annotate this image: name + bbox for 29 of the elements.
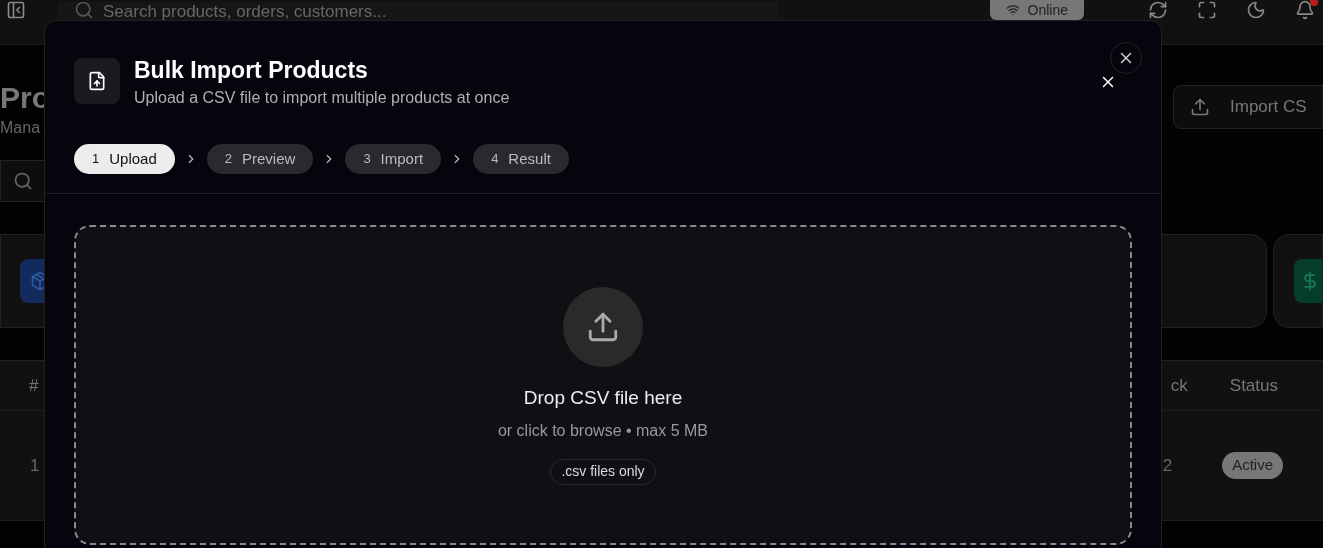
table-cell-text: 1 (30, 454, 40, 477)
step-tab[interactable]: 3 Import (345, 144, 442, 174)
dialog-title: Bulk Import Products (134, 56, 369, 84)
moon-icon[interactable] (1246, 0, 1266, 20)
search-icon (13, 171, 33, 191)
online-status: Online (989, 0, 1084, 20)
table-cell-text: 2 (1162, 454, 1173, 477)
drop-heading: Drop CSV file here (523, 386, 683, 410)
page-subtitle: Mana (0, 118, 42, 138)
search-field[interactable]: Search products, orders, customers... (58, 1, 778, 22)
column-header: ck (1170, 374, 1188, 397)
notification-icon[interactable] (1295, 0, 1315, 20)
upload-icon (1190, 97, 1210, 117)
fullscreen-icon[interactable] (1197, 0, 1217, 20)
step-tab[interactable]: 4 Result (473, 144, 569, 174)
wifi-icon (1005, 3, 1020, 17)
sidebar-toggle-icon[interactable] (6, 0, 26, 20)
search-icon (74, 0, 94, 20)
step-tab[interactable]: 1 Upload (74, 144, 175, 174)
step-tab[interactable]: 2 Preview (206, 144, 314, 174)
status-badge: Active (1222, 452, 1283, 479)
column-header: # (29, 374, 39, 397)
dialog-subtitle: Upload a CSV file to import multiple products at once (134, 88, 510, 108)
drop-zone[interactable]: Drop CSV file here or click to browse • max 5 MB .csv files only (74, 225, 1132, 545)
refresh-icon[interactable] (1148, 0, 1168, 20)
import-csv-button[interactable]: Import CS (1173, 85, 1323, 129)
drop-hint: or click to browse • max 5 MB (497, 420, 709, 441)
column-header: Status (1229, 374, 1278, 397)
file-upload-icon (74, 58, 120, 104)
